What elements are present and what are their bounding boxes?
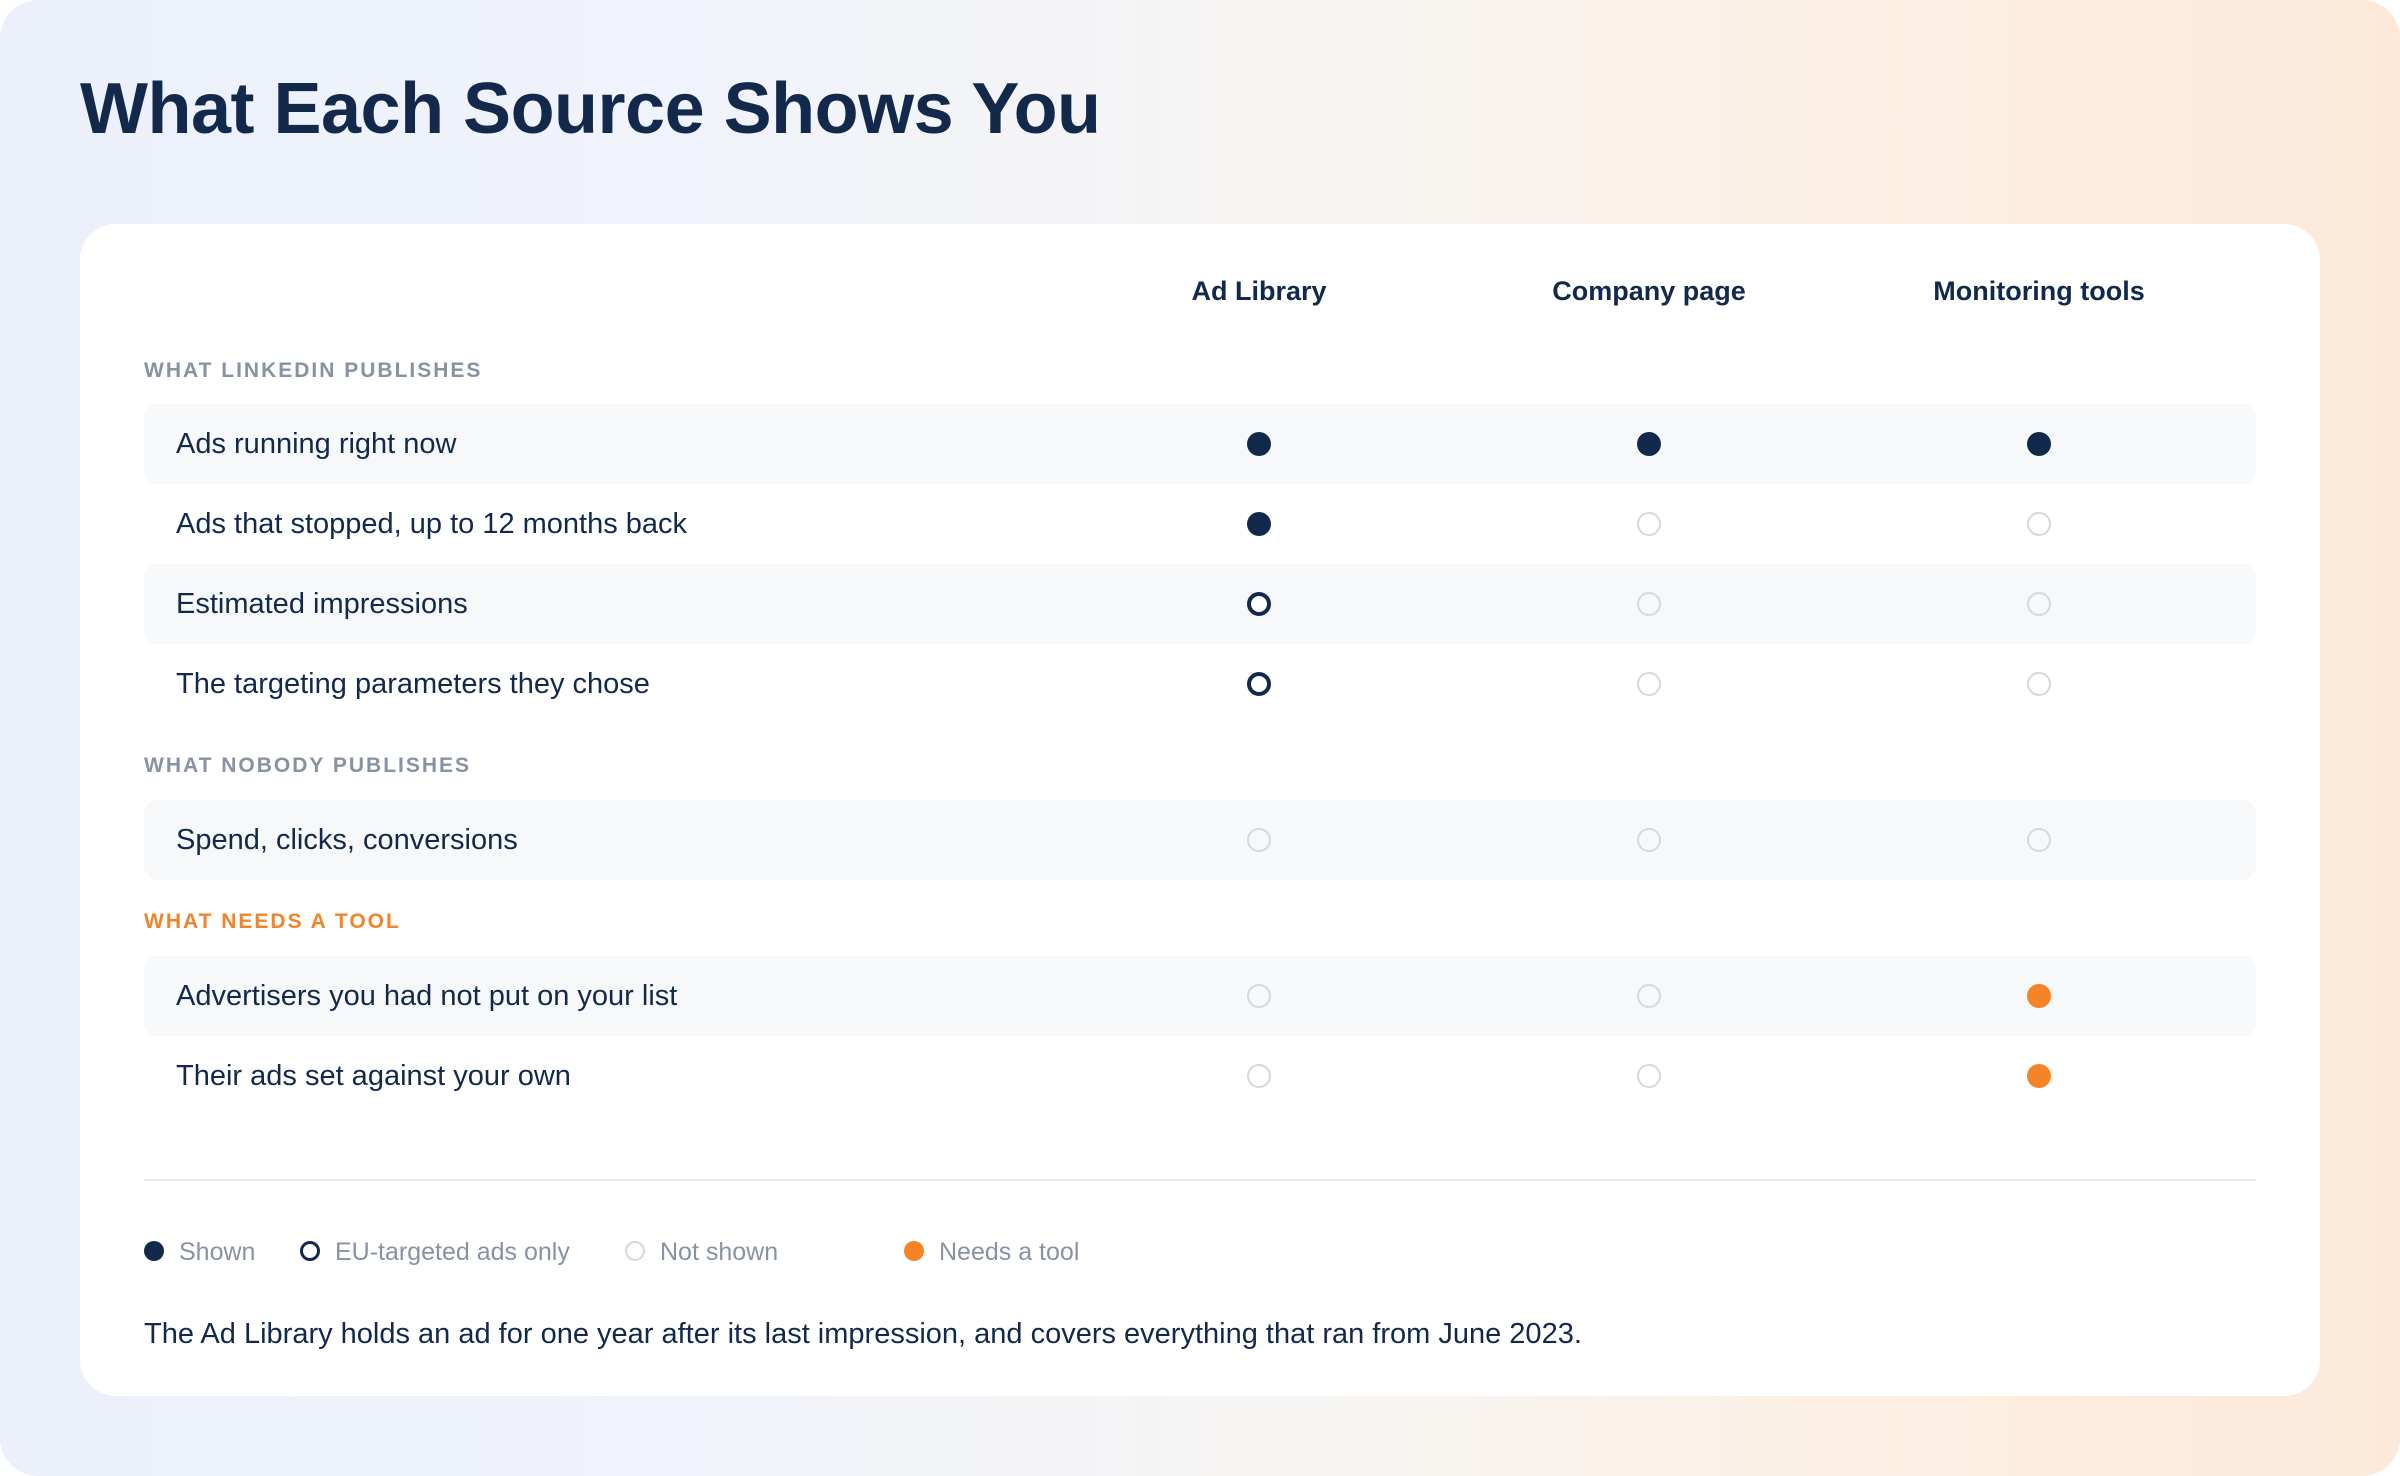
status-dot-not-monitoring-tools [2027,828,2051,852]
table-row: Advertisers you had not put on your list [144,956,2256,1036]
column-header-ad-library: Ad Library [1191,276,1327,306]
status-dot-shown-company-page [1637,432,1661,456]
section-label: WHAT NEEDS A TOOL [144,910,401,933]
status-dot-not-ad-library [1247,828,1271,852]
legend-label: Not shown [660,1238,779,1266]
status-dot-not-monitoring-tools [2027,592,2051,616]
column-header-company-page: Company page [1552,276,1746,306]
column-header-monitoring-tools: Monitoring tools [1933,276,2145,306]
column-headers: Ad Library Company page Monitoring tools [144,276,2256,320]
table-row: The targeting parameters they chose [144,644,2256,724]
status-dot-eu-ad-library [1247,592,1271,616]
row-label: Ads running right now [176,428,457,460]
status-dot-not-ad-library [1247,1064,1271,1088]
status-dot-tool-monitoring-tools [2027,1064,2051,1088]
table-row: Estimated impressions [144,564,2256,644]
status-dot-eu-ad-library [1247,672,1271,696]
status-dot-not-monitoring-tools [2027,512,2051,536]
divider [144,1179,2256,1181]
legend-dot-tool-icon [904,1241,924,1261]
status-dot-shown-ad-library [1247,512,1271,536]
status-dot-not-company-page [1637,1064,1661,1088]
table-row: Their ads set against your own [144,1036,2256,1116]
footnote: The Ad Library holds an ad for one year … [144,1318,1582,1350]
status-dot-not-company-page [1637,828,1661,852]
legend-dot-not-icon [625,1241,645,1261]
section-label: WHAT NOBODY PUBLISHES [144,754,472,777]
status-dot-not-ad-library [1247,984,1271,1008]
legend-label: Shown [179,1238,256,1266]
status-dot-shown-monitoring-tools [2027,432,2051,456]
row-label: Estimated impressions [176,588,468,620]
status-dot-not-company-page [1637,512,1661,536]
row-label: The targeting parameters they chose [176,668,650,700]
row-label: Advertisers you had not put on your list [176,980,678,1012]
status-dot-tool-monitoring-tools [2027,984,2051,1008]
legend-dot-shown-icon [144,1241,164,1261]
comparison-card: Ad Library Company page Monitoring tools… [80,224,2320,1396]
row-label: Spend, clicks, conversions [176,824,518,856]
legend-dot-eu-icon [300,1241,320,1261]
table-row: Ads running right now [144,404,2256,484]
status-dot-not-company-page [1637,984,1661,1008]
row-label: Ads that stopped, up to 12 months back [176,508,688,540]
legend-label: EU-targeted ads only [335,1238,570,1266]
legend-label: Needs a tool [939,1238,1080,1266]
status-dot-not-monitoring-tools [2027,672,2051,696]
status-dot-not-company-page [1637,592,1661,616]
row-label: Their ads set against your own [176,1060,571,1092]
page-title: What Each Source Shows You [80,69,1101,149]
status-dot-shown-ad-library [1247,432,1271,456]
page: What Each Source Shows You Ad Library Co… [0,0,2400,1476]
comparison-table: Ad Library Company page Monitoring tools… [144,224,2256,1396]
table-row: Ads that stopped, up to 12 months back [144,484,2256,564]
table-row: Spend, clicks, conversions [144,800,2256,880]
section-label: WHAT LINKEDIN PUBLISHES [144,359,483,382]
status-dot-not-company-page [1637,672,1661,696]
